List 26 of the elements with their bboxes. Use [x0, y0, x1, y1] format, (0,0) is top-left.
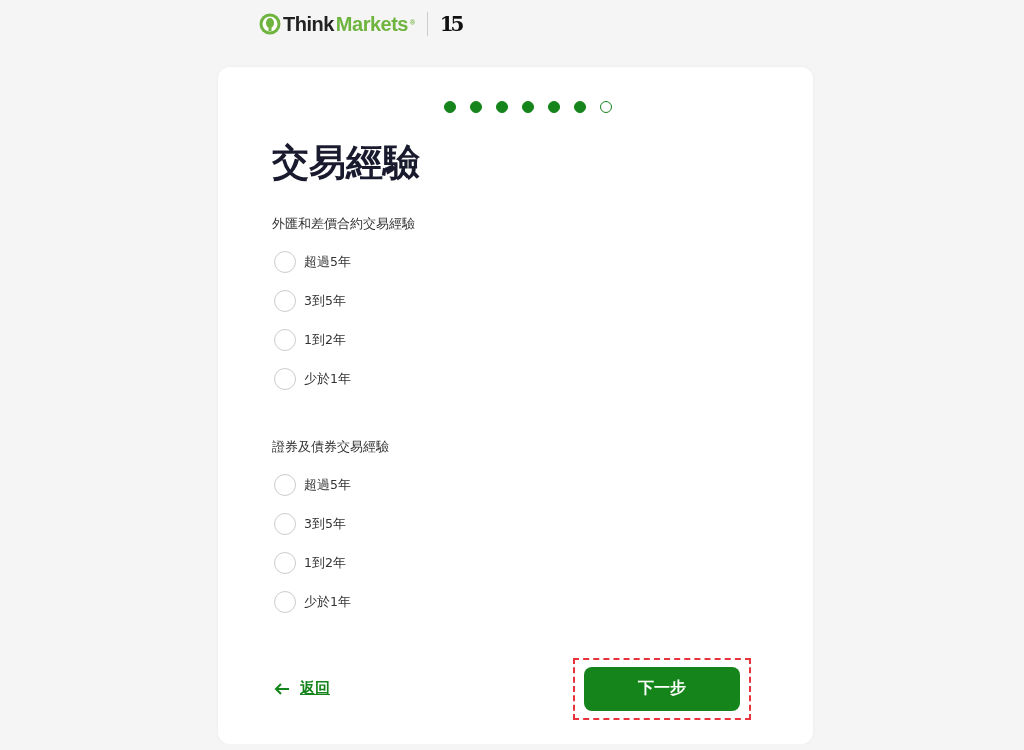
- back-link[interactable]: 返回: [300, 679, 330, 699]
- brand-name: Markets: [335, 12, 408, 36]
- radio-button[interactable]: [274, 251, 296, 274]
- anniversary-number: 15: [439, 12, 462, 36]
- option-label: 3到5年: [304, 292, 346, 310]
- option-label: 超過5年: [304, 476, 351, 494]
- option-label: 3到5年: [304, 515, 346, 533]
- question-label: 證券及債券交易經驗: [272, 438, 390, 456]
- back-arrow-icon[interactable]: [274, 682, 290, 695]
- logo-icon: [259, 13, 281, 35]
- option-label: 超過5年: [304, 253, 351, 271]
- radio-button[interactable]: [274, 368, 296, 391]
- option-label: 少於1年: [304, 593, 351, 611]
- radio-button[interactable]: [274, 290, 296, 313]
- radio-button[interactable]: [274, 591, 296, 614]
- radio-button[interactable]: [274, 552, 296, 575]
- brand-name: Think: [283, 12, 334, 36]
- option-label: 少於1年: [304, 370, 351, 388]
- radio-button[interactable]: [274, 329, 296, 352]
- question-label: 外匯和差價合約交易經驗: [272, 215, 416, 233]
- next-button[interactable]: 下一步: [584, 666, 740, 711]
- option-label: 1到2年: [304, 554, 346, 572]
- radio-button[interactable]: [274, 474, 296, 497]
- option-label: 1到2年: [304, 331, 346, 349]
- radio-button[interactable]: [274, 513, 296, 536]
- page-title: 交易經驗: [272, 143, 421, 184]
